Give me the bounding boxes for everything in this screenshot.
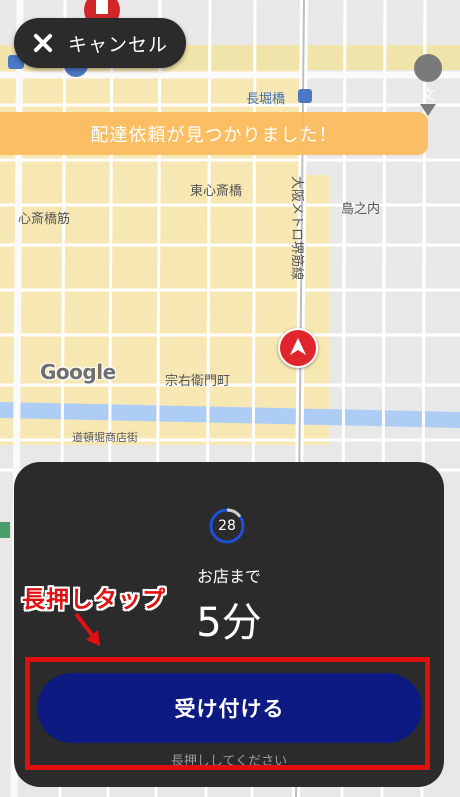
map-label-shimanouchi: 島之内 bbox=[341, 202, 381, 217]
long-press-tap-annotation: 長押しタップ bbox=[22, 587, 166, 613]
map-label-shinsaibashi-suji: 心斎橋筋 bbox=[18, 212, 71, 227]
cancel-button[interactable]: キャンセル bbox=[14, 18, 186, 68]
banner-text: 配達依頼が見つかりました！ bbox=[90, 124, 338, 146]
highlight-box bbox=[25, 657, 430, 770]
map-label-soemon-cho: 宗右衛門町 bbox=[165, 374, 231, 389]
navigation-arrow-icon bbox=[278, 328, 318, 368]
school-icon: 文 bbox=[421, 88, 435, 104]
countdown-timer: 28 bbox=[218, 518, 236, 534]
map-label-dotonbori-shotengai: 道頓堀商店街 bbox=[72, 431, 138, 444]
close-icon bbox=[26, 26, 60, 60]
google-logo: Google bbox=[40, 360, 116, 384]
delivery-request-banner: 配達依頼が見つかりました！ bbox=[0, 112, 428, 155]
map-label-sakaisuji-line: 大阪メトロ堺筋線 bbox=[289, 176, 304, 281]
map-label-nagahoribashi: 長堀橋 bbox=[246, 92, 286, 107]
cancel-label: キャンセル bbox=[68, 33, 169, 56]
annotation-arrow-icon bbox=[74, 612, 100, 646]
map-label-higashi-shinsaibashi: 東心斎橋 bbox=[190, 184, 243, 199]
